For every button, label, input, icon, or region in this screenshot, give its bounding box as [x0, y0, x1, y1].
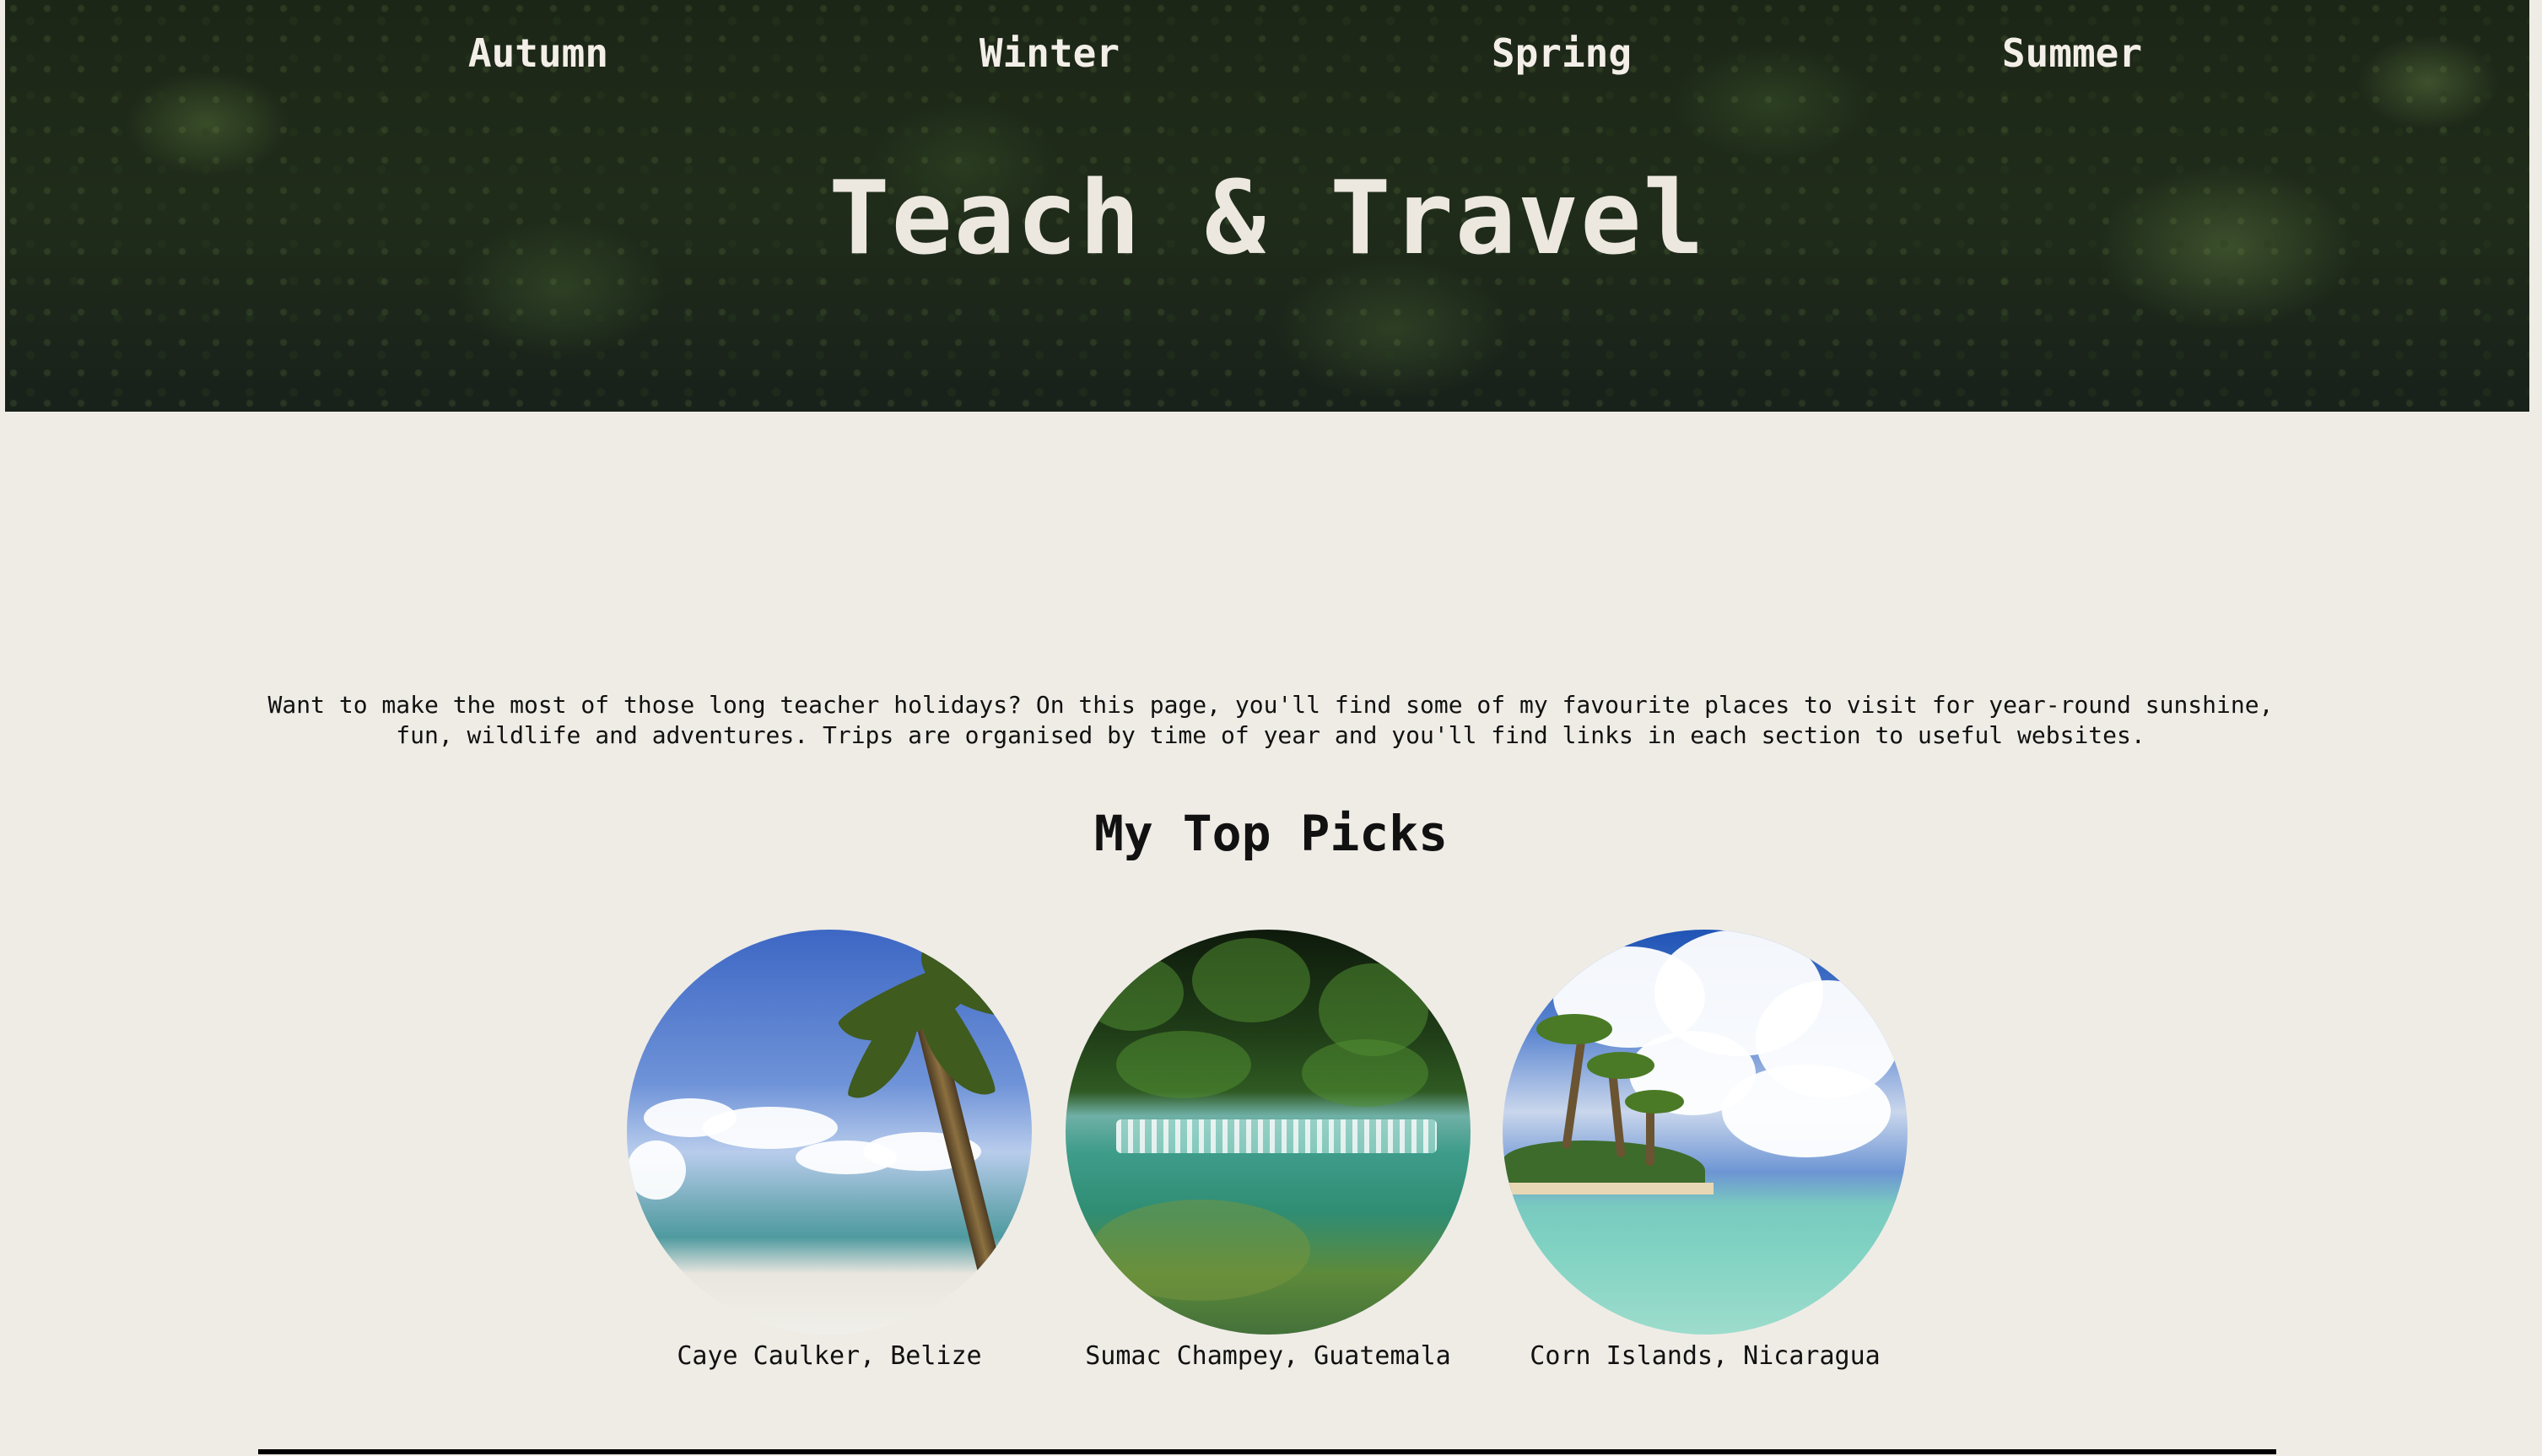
sumac-champey-photo	[1066, 930, 1471, 1335]
caye-caulker-photo	[627, 930, 1032, 1335]
pick-caption: Caye Caulker, Belize	[677, 1341, 982, 1371]
hero-banner: Autumn Winter Spring Summer Teach & Trav…	[5, 0, 2529, 412]
pick-card-sumac-champey[interactable]: Sumac Champey, Guatemala	[1066, 930, 1471, 1373]
page-title: Teach & Travel	[828, 160, 1706, 278]
nav-link-summer[interactable]: Summer	[1946, 24, 2199, 83]
intro-paragraph: Want to make the most of those long teac…	[267, 691, 2274, 749]
pick-caption: Sumac Champey, Guatemala	[1085, 1341, 1451, 1371]
season-nav: Autumn Winter Spring Summer	[5, 24, 2529, 83]
top-picks-heading: My Top Picks	[1093, 805, 1449, 862]
corn-islands-photo	[1503, 930, 1908, 1335]
pick-card-caye-caulker[interactable]: Caye Caulker, Belize	[627, 930, 1032, 1373]
pick-card-corn-islands[interactable]: Corn Islands, Nicaragua	[1503, 930, 1908, 1373]
pick-caption: Corn Islands, Nicaragua	[1530, 1341, 1881, 1371]
nav-link-autumn[interactable]: Autumn	[412, 24, 665, 83]
section-divider	[258, 1449, 2276, 1454]
nav-link-spring[interactable]: Spring	[1435, 24, 1688, 83]
nav-link-winter[interactable]: Winter	[923, 24, 1176, 83]
